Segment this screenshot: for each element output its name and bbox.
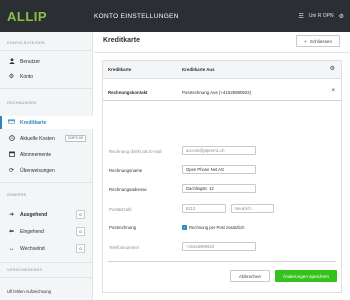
panel-divider	[108, 261, 336, 262]
arrows-horizontal-icon: ↔	[8, 245, 15, 252]
sidebar-item-benutzer[interactable]: Benutzer	[0, 55, 93, 68]
gear-icon[interactable]: ⚙	[330, 65, 335, 72]
panel-header: Kreditkarte Kreditkarte Aus ⚙	[103, 61, 341, 79]
top-right-area: ☰ Uni R OPN ⚙	[298, 0, 344, 32]
sidebar-divider	[0, 50, 93, 51]
active-indicator	[0, 116, 2, 129]
sidebar-item-eingehend[interactable]: ⬅ Eingehend 0	[0, 225, 93, 238]
billing-contact-header: Rechnungskontakt Postrechnung Aus (+4162…	[103, 85, 341, 101]
sidebar-divider	[0, 88, 93, 89]
adresse-field[interactable]	[182, 184, 256, 193]
firma-field[interactable]	[182, 165, 256, 174]
wechselnd-count: 0	[76, 244, 85, 253]
arrow-right-icon: ➜	[8, 212, 15, 218]
sidebar-item-label: Kreditkarte	[20, 119, 47, 126]
sidebar-item-label: Wechselnd	[20, 245, 45, 252]
panel-header-col2: Kreditkarte Aus	[182, 67, 215, 72]
sidebar-section-verschiedenes: VERSCHIEDENES	[7, 268, 43, 272]
close-button[interactable]: × Schliessen	[296, 35, 340, 47]
telefon-label: Telefonnummer	[109, 245, 140, 250]
email-label: Rechnung direkt als E-mail	[109, 149, 162, 154]
costs-badge: CHF0.00	[64, 135, 86, 142]
sidebar-section-rechnungen: RECHNUNGEN	[7, 101, 37, 105]
sidebar-divider	[0, 277, 93, 278]
plz-field[interactable]	[182, 204, 226, 213]
adresse-label: Rechnungsadresse	[109, 187, 147, 192]
telefon-field[interactable]	[182, 242, 256, 251]
sidebar-item-wechselnd[interactable]: ↔ Wechselnd 0	[0, 242, 93, 255]
sidebar-divider	[0, 262, 93, 263]
sidebar-item-abonnemente[interactable]: Abonnemente	[0, 148, 93, 161]
app-title: KONTO EINSTELLUNGEN	[94, 12, 179, 20]
email-field[interactable]	[182, 146, 256, 155]
app-logo: ALLIP	[7, 8, 48, 24]
cancel-button[interactable]: Abbrechen	[230, 270, 270, 282]
sidebar-item-aktuelle-kosten[interactable]: Aktuelle Kosten CHF0.00	[0, 132, 93, 145]
sidebar-item-label: Benutzer	[20, 58, 41, 65]
post-checkbox-label: Rechnung per Post zusätzlich	[189, 225, 245, 230]
panel-header-col1: Kreditkarte	[108, 67, 132, 72]
sidebar-item-label: Ausgehend	[20, 211, 48, 218]
ort-field[interactable]	[231, 204, 274, 213]
save-button[interactable]: Änderungen speichern	[275, 270, 337, 282]
sidebar-item-label: Konto	[20, 73, 34, 80]
sidebar: KONTOLEUTEIGEN Benutzer ⚙ Konto RECHNUNG…	[0, 32, 93, 300]
sidebar-item-label: Eingehend	[20, 228, 44, 235]
billing-contact-label: Rechnungskontakt	[108, 90, 148, 95]
calendar-icon	[7, 151, 16, 159]
post-label: Postrechnung	[109, 225, 137, 230]
post-checkbox[interactable]: ✓	[182, 225, 187, 230]
sidebar-divider	[0, 182, 93, 183]
page-title: Kreditkarte	[103, 37, 140, 44]
sidebar-section-kontolemaen: KONTOLEUTEIGEN	[7, 41, 45, 45]
close-icon[interactable]: ×	[331, 88, 335, 94]
credit-card-icon	[7, 119, 16, 126]
clock-icon	[7, 134, 16, 143]
plz-label: Postleitzahl	[109, 207, 132, 212]
ausgehend-count: 0	[76, 210, 85, 219]
top-bar: ALLIP KONTO EINSTELLUNGEN ☰ Uni R OPN ⚙	[0, 0, 350, 32]
close-button-label: Schliessen	[309, 38, 332, 44]
sidebar-item-label: Überweisungen	[20, 167, 55, 174]
billing-contact-value: Postrechnung Aus (+41625980922)	[182, 90, 252, 95]
sidebar-item-ueberweisungen[interactable]: ⟳ Überweisungen	[0, 164, 93, 177]
refresh-icon: ⟳	[8, 168, 15, 174]
main-divider	[94, 52, 350, 53]
settings-icon[interactable]: ⚙	[339, 13, 344, 20]
eingehend-count: 0	[76, 227, 85, 236]
sidebar-footer-link[interactable]: Ufl fehlen Aufzeichnung	[7, 289, 51, 294]
main-content: Kreditkarte × Schliessen Kreditkarte Kre…	[94, 32, 350, 300]
sidebar-item-kreditkarte[interactable]: Kreditkarte	[0, 116, 93, 129]
firma-label: Rechnungsname	[109, 168, 143, 173]
sidebar-section-zuberse: ZÜBERSE	[7, 193, 27, 197]
sidebar-item-label: Aktuelle Kosten	[20, 135, 55, 142]
sidebar-item-konto[interactable]: ⚙ Konto	[0, 70, 93, 83]
gears-icon: ⚙	[8, 74, 15, 80]
user-icon	[7, 57, 16, 66]
grid-menu-icon[interactable]: ☰	[298, 13, 303, 20]
user-name[interactable]: Uni R OPN	[309, 13, 334, 19]
arrow-left-icon: ⬅	[8, 229, 15, 235]
close-icon: ×	[304, 38, 307, 44]
sidebar-item-label: Abonnemente	[20, 151, 52, 158]
credit-card-panel: Kreditkarte Kreditkarte Aus ⚙ Rechnungsk…	[102, 60, 342, 293]
sidebar-item-ausgehend[interactable]: ➜ Ausgehend 0	[0, 208, 93, 221]
